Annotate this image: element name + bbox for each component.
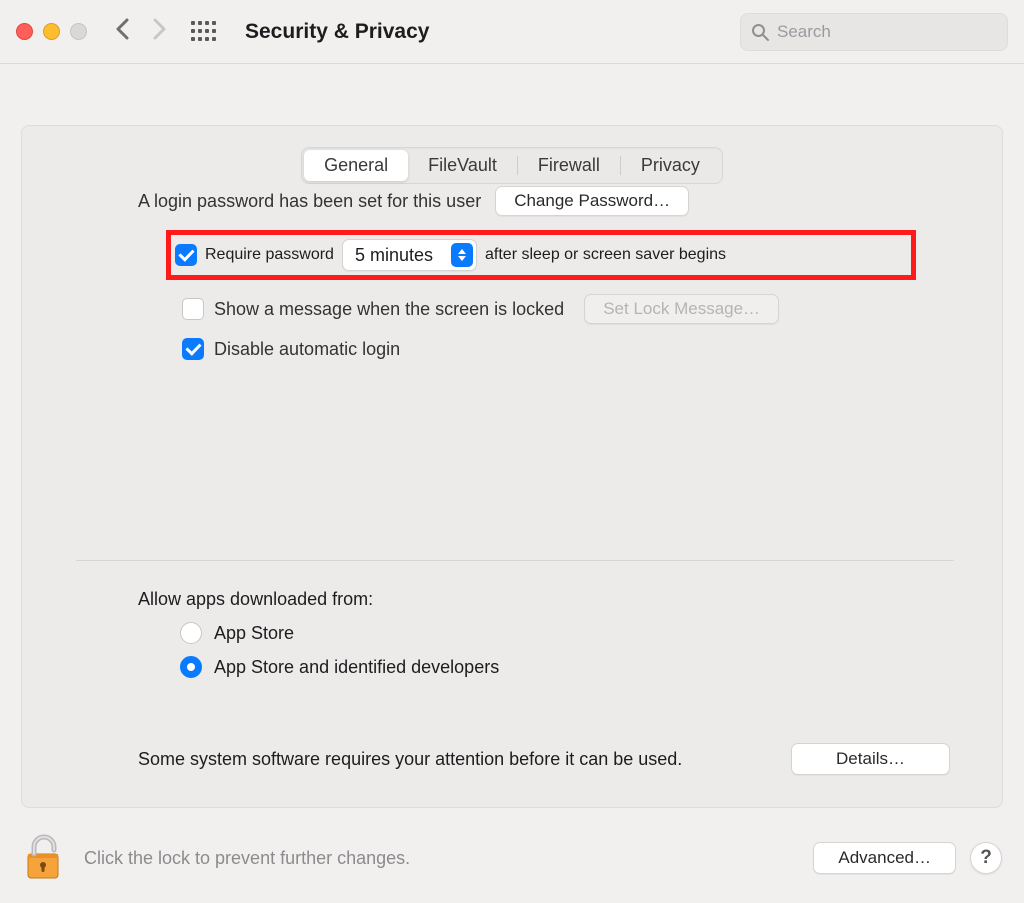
require-password-checkbox[interactable] (175, 244, 197, 266)
footer: Click the lock to prevent further change… (0, 813, 1024, 903)
search-field[interactable] (740, 13, 1008, 51)
radio-app-store[interactable] (180, 622, 202, 644)
lock-icon[interactable] (22, 834, 66, 882)
allow-apps-heading: Allow apps downloaded from: (138, 589, 954, 610)
forward-button (151, 18, 167, 45)
back-button[interactable] (115, 18, 131, 45)
radio-app-store-identified-label: App Store and identified developers (214, 657, 499, 678)
tab-privacy[interactable]: Privacy (621, 150, 720, 181)
advanced-button[interactable]: Advanced… (813, 842, 956, 874)
tab-firewall[interactable]: Firewall (518, 150, 620, 181)
general-panel: A login password has been set for this u… (21, 125, 1003, 808)
login-password-set-label: A login password has been set for this u… (138, 191, 481, 212)
show-lock-message-checkbox[interactable] (182, 298, 204, 320)
nav-arrows (115, 18, 167, 45)
tab-filevault[interactable]: FileVault (408, 150, 517, 181)
lock-hint-text: Click the lock to prevent further change… (84, 848, 410, 869)
require-password-highlight: Require password 5 minutes after sleep o… (166, 230, 916, 280)
radio-app-store-label: App Store (214, 623, 294, 644)
require-password-delay-select[interactable]: 5 minutes (342, 239, 477, 271)
divider (76, 560, 954, 561)
show-all-prefs-button[interactable] (191, 21, 213, 43)
tab-general[interactable]: General (304, 150, 408, 181)
search-icon (751, 23, 769, 41)
details-button[interactable]: Details… (791, 743, 950, 775)
search-input[interactable] (775, 21, 997, 43)
help-button[interactable]: ? (970, 842, 1002, 874)
show-lock-message-label: Show a message when the screen is locked (214, 299, 564, 320)
disable-auto-login-checkbox[interactable] (182, 338, 204, 360)
close-window-button[interactable] (16, 23, 33, 40)
after-sleep-label: after sleep or screen saver begins (485, 246, 726, 264)
change-password-button[interactable]: Change Password… (495, 186, 689, 216)
radio-app-store-identified[interactable] (180, 656, 202, 678)
minimize-window-button[interactable] (43, 23, 60, 40)
require-password-label: Require password (205, 246, 334, 264)
require-password-delay-value: 5 minutes (355, 245, 433, 266)
page-title: Security & Privacy (245, 20, 429, 44)
attention-text: Some system software requires your atten… (138, 749, 682, 770)
select-stepper-icon (451, 243, 473, 267)
set-lock-message-button: Set Lock Message… (584, 294, 779, 324)
tab-bar: General FileVault Firewall Privacy (0, 147, 1024, 184)
toolbar: Security & Privacy (0, 0, 1024, 64)
window-controls (16, 23, 87, 40)
zoom-window-button (70, 23, 87, 40)
disable-auto-login-label: Disable automatic login (214, 339, 400, 360)
